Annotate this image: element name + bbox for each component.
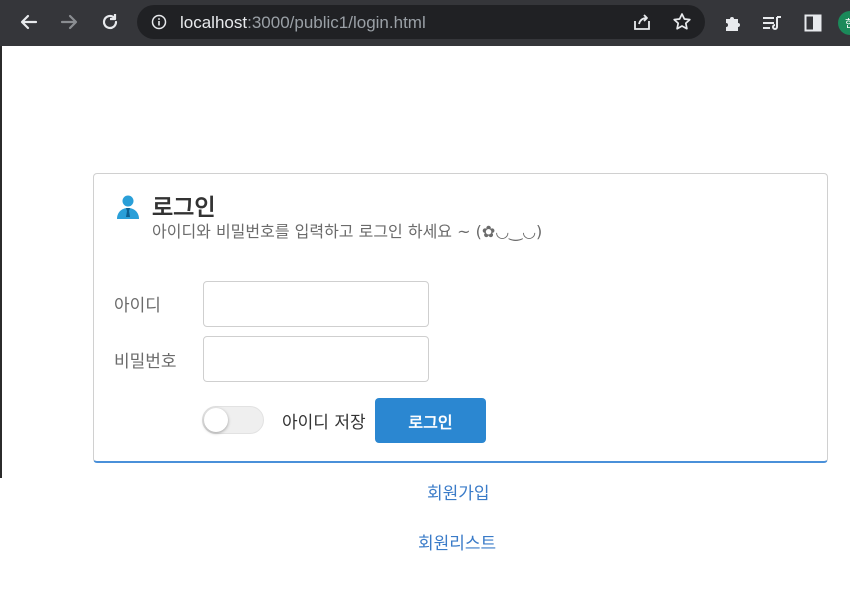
- media-control-button[interactable]: [761, 12, 785, 34]
- login-title: 로그인: [152, 195, 216, 221]
- arrow-left-icon: [20, 14, 38, 30]
- reload-button[interactable]: [97, 9, 123, 35]
- arrow-right-icon: [60, 14, 78, 30]
- playlist-icon: [763, 16, 781, 30]
- toggle-knob: [204, 408, 228, 432]
- member-list-link[interactable]: 회원리스트: [418, 529, 496, 554]
- remember-id-toggle[interactable]: [202, 406, 264, 434]
- share-icon: [634, 14, 650, 30]
- puzzle-icon: [726, 17, 740, 31]
- login-subtitle: 아이디와 비밀번호를 입력하고 로그인 하세요 ~ (✿◡‿◡): [152, 222, 543, 241]
- side-panel-button[interactable]: [802, 12, 824, 34]
- reload-icon: [102, 14, 118, 30]
- password-label: 비밀번호: [114, 352, 177, 372]
- user-icon: [116, 194, 140, 224]
- url-path: :3000/public1/login.html: [247, 13, 426, 32]
- bookmark-button[interactable]: [671, 12, 693, 32]
- password-input[interactable]: [203, 336, 429, 382]
- id-label: 아이디: [114, 296, 161, 316]
- extensions-button[interactable]: [722, 12, 744, 34]
- login-panel: 로그인 아이디와 비밀번호를 입력하고 로그인 하세요 ~ (✿◡‿◡) 아이디…: [93, 173, 828, 463]
- login-button[interactable]: 로그인: [375, 398, 486, 443]
- id-input[interactable]: [203, 281, 429, 327]
- star-icon: [673, 13, 691, 30]
- share-button[interactable]: [631, 12, 653, 32]
- side-panel-icon: [804, 14, 822, 32]
- forward-button[interactable]: [56, 9, 82, 35]
- info-icon: [151, 14, 167, 30]
- browser-toolbar: localhost:3000/public1/login.html 한: [0, 0, 850, 46]
- address-bar[interactable]: localhost:3000/public1/login.html: [137, 5, 705, 39]
- signup-link[interactable]: 회원가입: [427, 479, 490, 504]
- back-button[interactable]: [16, 9, 42, 35]
- remember-id-label: 아이디 저장: [282, 413, 366, 433]
- background-window-edge: [0, 46, 2, 478]
- profile-avatar[interactable]: 한: [838, 11, 850, 35]
- url-host: localhost: [180, 13, 248, 32]
- url-text: localhost:3000/public1/login.html: [180, 13, 426, 33]
